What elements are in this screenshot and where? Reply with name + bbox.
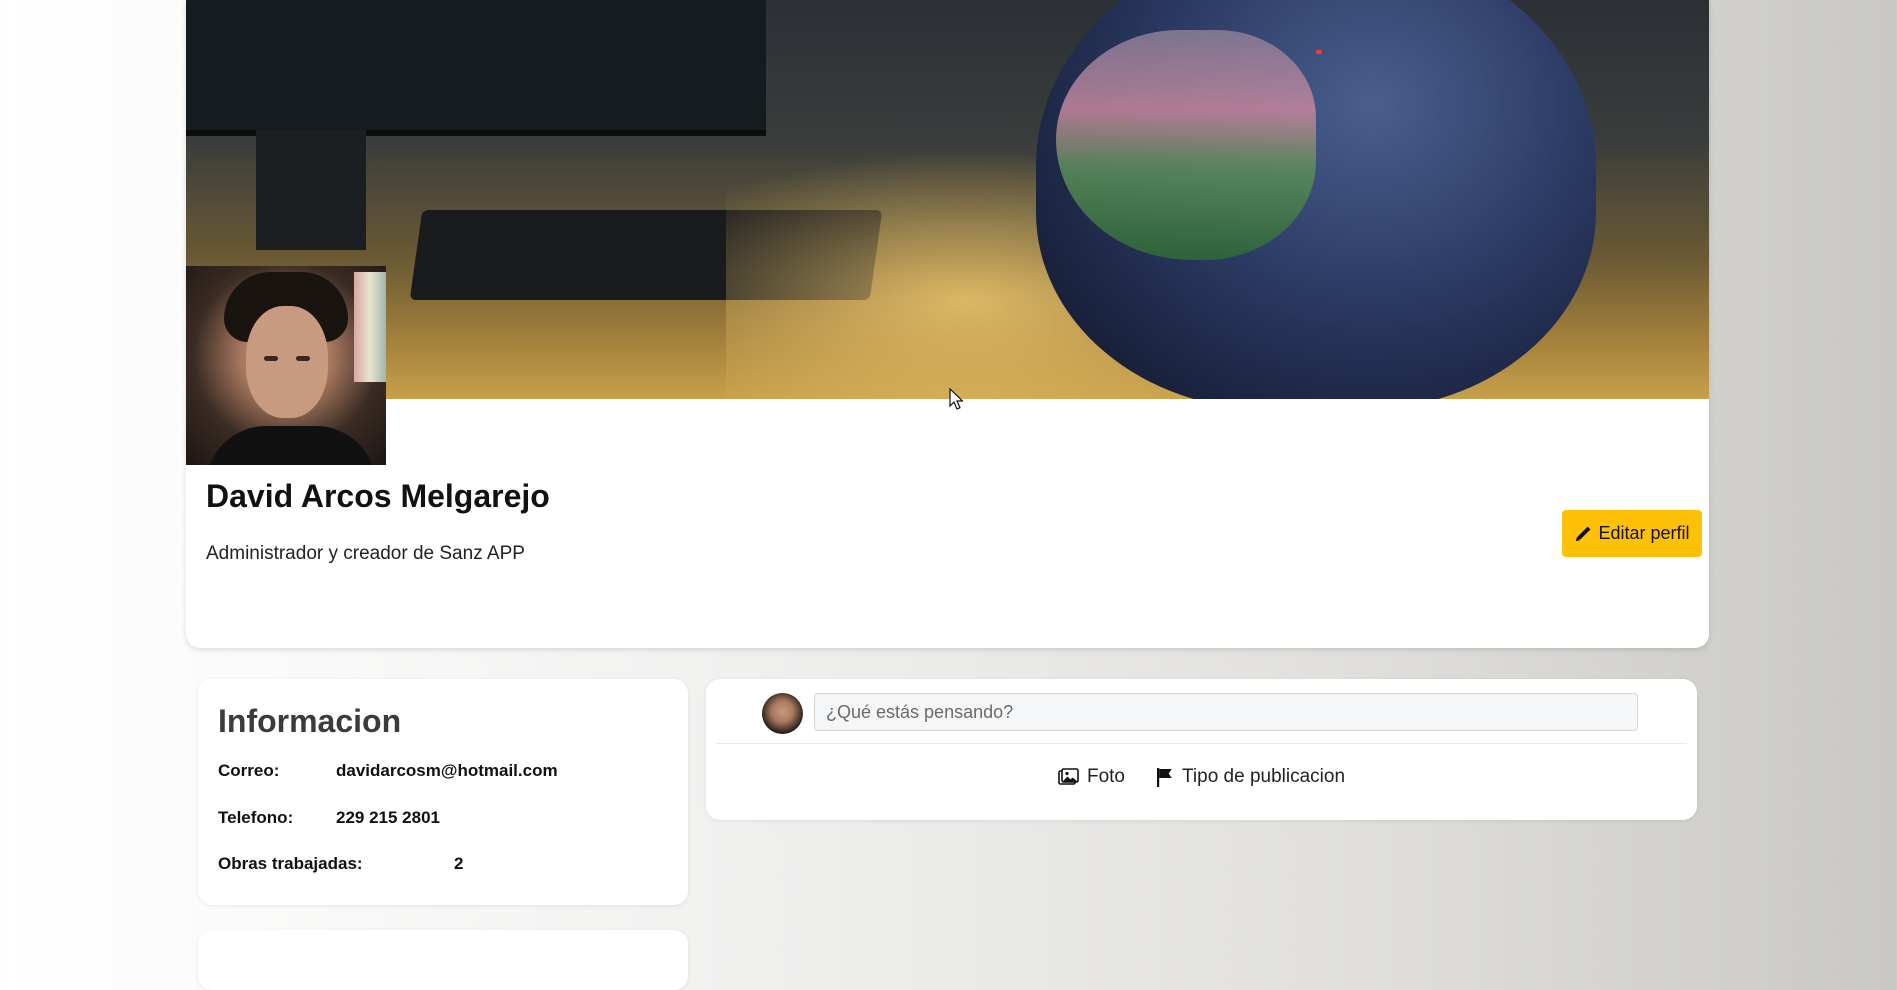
info-row-email: Correo: davidarcosm@hotmail.com [218,761,558,781]
post-actions: Foto Tipo de publicacion [706,766,1697,788]
info-label: Correo: [218,761,280,780]
image-icon [1058,767,1079,787]
post-type-label: Tipo de publicacion [1182,766,1346,787]
post-type-button[interactable]: Tipo de publicacion [1155,766,1345,788]
info-label: Telefono: [218,808,294,827]
info-value: davidarcosm@hotmail.com [336,761,558,780]
pencil-icon [1574,525,1592,543]
profile-card: David Arcos Melgarejo Administrador y cr… [186,0,1709,648]
create-post-card: Foto Tipo de publicacion [706,679,1697,820]
divider [716,743,1687,744]
info-title: Informacion [218,703,402,739]
info-row-works: Obras trabajadas: 2 [218,854,463,874]
info-card: Informacion Correo: davidarcosm@hotmail.… [198,679,688,905]
info-label: Obras trabajadas: [218,854,363,873]
edit-profile-label: Editar perfil [1598,523,1690,543]
post-input[interactable] [814,693,1638,731]
info-row-phone: Telefono: 229 215 2801 [218,808,440,828]
photo-label: Foto [1086,766,1125,787]
cover-image [186,0,1709,399]
mouse-cursor-icon [949,388,963,410]
profile-avatar [186,266,386,465]
secondary-card [198,930,688,990]
info-value: 229 215 2801 [336,808,440,827]
profile-name: David Arcos Melgarejo [206,478,550,514]
user-avatar [762,693,803,734]
photo-button[interactable]: Foto [1058,766,1125,788]
profile-bio: Administrador y creador de Sanz APP [206,543,525,564]
info-value: 2 [454,854,464,873]
flag-icon [1155,767,1174,788]
edit-profile-button[interactable]: Editar perfil [1562,510,1702,557]
